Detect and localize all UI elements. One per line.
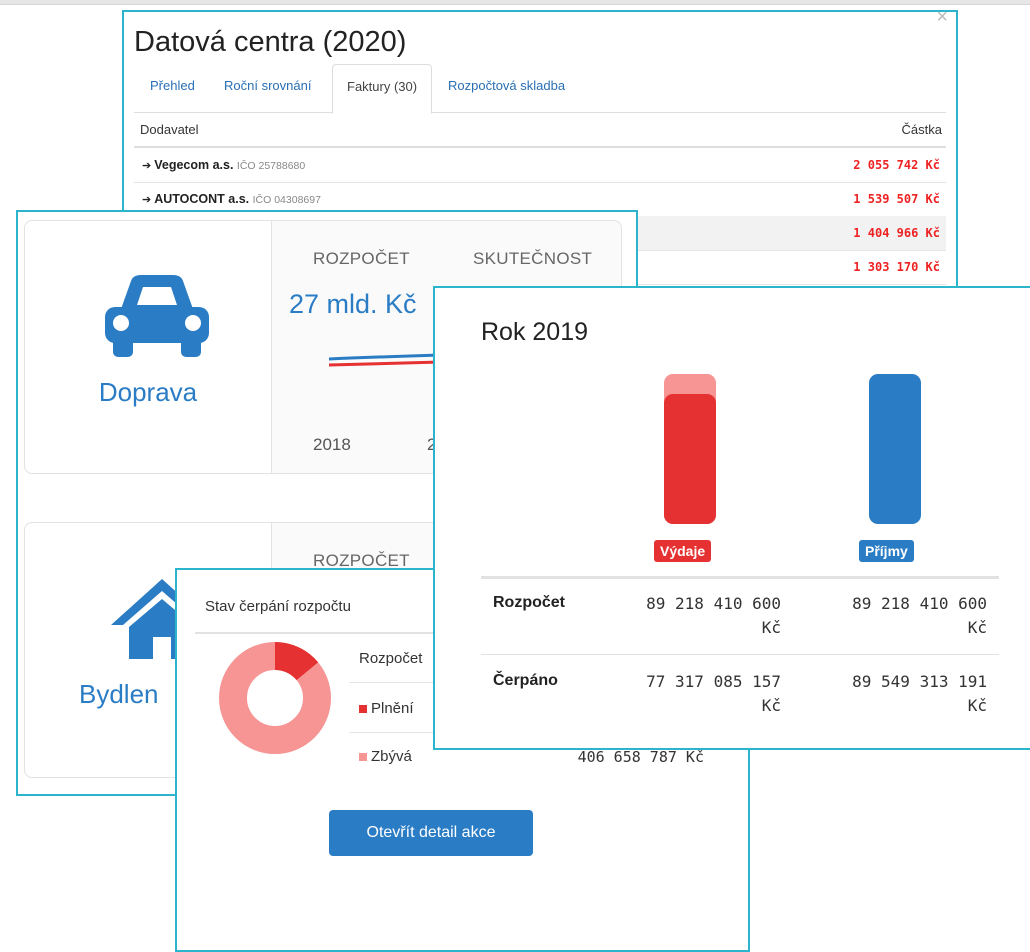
supplier-ico: IČO 25788680 (236, 160, 306, 172)
legend-rozpocet: Rozpočet (359, 650, 423, 667)
invoice-amount: 2 055 742 Kč (853, 158, 940, 172)
legend-plneni: Plnění (359, 700, 414, 717)
prijmy-cerpano-value: 89 549 313 191 Kč (827, 670, 987, 718)
open-detail-button[interactable]: Otevřít detail akce (329, 810, 533, 856)
tab-prehled[interactable]: Přehled (150, 64, 195, 112)
value-number: 89 218 410 600 (852, 594, 987, 613)
invoice-amount: 1 404 966 Kč (853, 226, 940, 240)
supplier-name[interactable]: AUTOCONT a.s. (154, 192, 249, 206)
table-header: Dodavatel Částka (134, 112, 946, 148)
vydaje-spent-bar (664, 394, 716, 524)
supplier-ico: IČO 04308697 (252, 194, 321, 206)
close-icon[interactable]: × (936, 6, 948, 29)
page-title: Datová centra (2020) (134, 26, 407, 58)
divider (481, 654, 999, 655)
panel-title: Rok 2019 (481, 318, 589, 346)
budget-header: ROZPOČET (313, 249, 410, 268)
column-header-amount[interactable]: Částka (902, 122, 942, 137)
supplier-name[interactable]: Vegecom a.s. (154, 158, 233, 172)
vydaje-badge: Výdaje (654, 540, 712, 562)
tab-bar: Přehled Roční srovnání Faktury (30) Rozp… (134, 64, 946, 114)
car-icon (105, 275, 209, 357)
invoice-amount: 1 303 170 Kč (853, 260, 940, 274)
tab-faktury[interactable]: Faktury (30) (332, 64, 433, 114)
prijmy-rozpocet-value: 89 218 410 600 Kč (827, 592, 987, 640)
value-number: 89 218 410 600 (646, 594, 781, 613)
legend-zbyva: Zbývá (359, 748, 412, 765)
trend-lines (328, 353, 442, 367)
currency-label: Kč (761, 618, 781, 637)
donut-chart (219, 642, 331, 754)
divider (481, 576, 999, 579)
card-doprava-icon-area: Doprava (25, 221, 272, 473)
vydaje-rozpocet-value: 89 218 410 600 Kč (621, 592, 781, 640)
panel-title: Stav čerpání rozpočtu (205, 598, 351, 615)
swatch-plneni (359, 705, 367, 714)
vydaje-cerpano-value: 77 317 085 157 Kč (621, 670, 781, 718)
value-number: 77 317 085 157 (646, 672, 781, 691)
budget-amount: 27 mld. Kč (289, 289, 417, 319)
rok-2019-panel: Rok 2019 Výdaje Příjmy Rozpočet 89 218 4… (433, 286, 1030, 750)
row-label-cerpano: Čerpáno (493, 672, 558, 689)
legend-plneni-label: Plnění (371, 700, 414, 717)
donut-filled (274, 642, 319, 681)
tab-rozpoctova-skladba[interactable]: Rozpočtová skladba (448, 64, 565, 112)
tab-rocni-srovnani[interactable]: Roční srovnání (224, 64, 311, 112)
currency-label: Kč (761, 696, 781, 715)
chevron-circle-right-icon: ➔ (142, 194, 152, 206)
currency-label: Kč (967, 618, 987, 637)
column-header-supplier[interactable]: Dodavatel (140, 122, 199, 137)
window-top-edge (0, 0, 1030, 5)
category-label: Doprava (98, 377, 198, 407)
year-label: 2018 (313, 435, 351, 454)
actual-header: SKUTEČNOST (473, 249, 593, 268)
swatch-zbyva (359, 753, 367, 762)
invoice-amount: 1 539 507 Kč (853, 192, 940, 206)
zbyva-amount: 406 658 787 Kč (577, 748, 704, 766)
table-row[interactable]: ➔ Vegecom a.s. IČO 25788680 2 055 742 Kč (134, 148, 946, 183)
legend-zbyva-label: Zbývá (371, 748, 412, 765)
row-label-rozpocet: Rozpočet (493, 594, 565, 611)
prijmy-bar (869, 374, 921, 524)
chevron-circle-right-icon: ➔ (142, 160, 152, 172)
currency-label: Kč (967, 696, 987, 715)
prijmy-badge: Příjmy (859, 540, 914, 562)
value-number: 89 549 313 191 (852, 672, 987, 691)
